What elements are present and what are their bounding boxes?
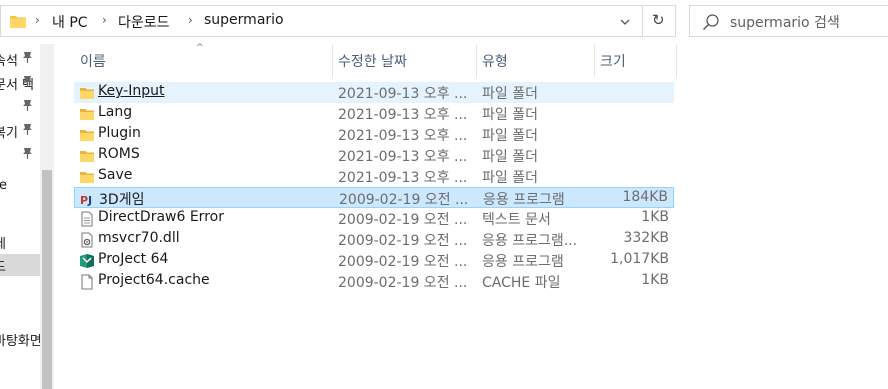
folder-icon	[80, 151, 94, 162]
breadcrumb-downloads[interactable]: 다운로드	[118, 12, 170, 32]
column-header-row: 이름 수정한 날짜 유형 크기	[74, 44, 678, 77]
nav-item[interactable]	[0, 96, 40, 118]
search-box[interactable]: supermario 검색	[689, 5, 888, 37]
file-row[interactable]: ROMS 2021-09-13 오후 ... 파일 폴더	[74, 145, 674, 166]
search-icon	[703, 14, 719, 30]
file-type: 응용 프로그램	[482, 254, 564, 270]
blank-file-icon	[81, 274, 93, 290]
file-row-selected[interactable]: PJ 3D게임 2009-02-19 오전 ... 응용 프로그램 184KB	[74, 187, 674, 208]
file-name: DirectDraw6 Error	[98, 209, 224, 225]
file-date: 2021-09-13 오후 ...	[338, 107, 466, 123]
pin-icon	[23, 100, 32, 111]
file-size: 1KB	[641, 272, 669, 288]
nav-item[interactable]	[0, 200, 40, 222]
search-input[interactable]: supermario 검색	[730, 12, 840, 32]
file-row[interactable]: Save 2021-09-13 오후 ... 파일 폴더	[74, 166, 674, 187]
pin-icon	[23, 52, 32, 63]
text-document-icon	[81, 211, 93, 227]
nav-item-selected[interactable]: 드	[0, 254, 40, 276]
file-date: 2009-02-19 오전 ...	[338, 275, 466, 291]
folder-icon	[80, 88, 94, 99]
file-date: 2009-02-19 오전 ...	[338, 233, 466, 249]
refresh-button[interactable]: ↻	[644, 5, 676, 37]
file-row[interactable]: DirectDraw6 Error 2009-02-19 오전 ... 텍스트 …	[74, 208, 674, 229]
file-type: CACHE 파일	[482, 275, 561, 291]
file-name: Save	[98, 167, 133, 183]
file-type: 파일 폴더	[482, 170, 538, 186]
breadcrumb-separator: ›	[102, 13, 107, 27]
nav-item[interactable]: 속석	[0, 48, 40, 70]
file-type: 파일 폴더	[482, 149, 538, 165]
file-type: 파일 폴더	[482, 107, 538, 123]
nav-item[interactable]: 문서 텍	[0, 72, 40, 94]
nav-item[interactable]	[0, 144, 40, 166]
folder-icon	[80, 172, 94, 183]
file-name: ROMS	[98, 146, 140, 162]
nav-item[interactable]: re	[0, 176, 40, 198]
file-type: 텍스트 문서	[482, 212, 551, 228]
breadcrumb-this-pc[interactable]: 내 PC	[52, 12, 88, 32]
svg-text:J: J	[87, 194, 92, 207]
file-date: 2009-02-19 오전 ...	[338, 254, 466, 270]
nav-item[interactable]	[0, 304, 40, 326]
file-name: msvcr70.dll	[98, 230, 180, 246]
file-row[interactable]: Lang 2021-09-13 오후 ... 파일 폴더	[74, 103, 674, 124]
file-size: 332KB	[623, 230, 669, 246]
file-date: 2021-09-13 오후 ...	[338, 86, 466, 102]
file-type: 파일 폴더	[482, 86, 538, 102]
file-size: 1KB	[641, 209, 669, 225]
file-row[interactable]: Project64.cache 2009-02-19 오전 ... CACHE …	[74, 271, 674, 292]
file-name: Lang	[98, 104, 133, 120]
breadcrumb-separator: ›	[35, 13, 40, 27]
navigation-pane: 속석 문서 텍 복기 re 세 드 바탕화면	[0, 44, 40, 389]
file-date: 2021-09-13 오후 ...	[338, 128, 466, 144]
column-header-date[interactable]: 수정한 날짜	[332, 44, 476, 77]
folder-icon	[80, 109, 94, 120]
nav-item[interactable]: 복기	[0, 120, 40, 142]
file-row[interactable]: msvcr70.dll 2009-02-19 오전 ... 응용 프로그램...…	[74, 229, 674, 250]
column-divider[interactable]	[676, 44, 677, 77]
file-type: 응용 프로그램...	[482, 233, 578, 249]
refresh-icon: ↻	[652, 11, 665, 29]
breadcrumb-supermario[interactable]: supermario	[204, 12, 284, 28]
file-name: ProJect 64	[98, 251, 169, 267]
dll-gear-icon	[81, 232, 93, 248]
file-date: 2021-09-13 오후 ...	[338, 149, 466, 165]
file-row[interactable]: Plugin 2021-09-13 오후 ... 파일 폴더	[74, 124, 674, 145]
folder-icon	[10, 16, 26, 28]
nav-item[interactable]	[0, 280, 40, 302]
folder-icon	[80, 130, 94, 141]
address-bar[interactable]: › 내 PC › 다운로드 › supermario	[0, 5, 643, 37]
column-header-name[interactable]: 이름	[74, 44, 332, 77]
file-type: 응용 프로그램	[483, 192, 565, 208]
breadcrumb-separator: ›	[188, 13, 193, 27]
nav-scrollbar-thumb[interactable]	[42, 170, 52, 389]
pin-icon	[23, 148, 32, 159]
nav-item[interactable]: 바탕화면	[0, 328, 40, 350]
file-date: 2021-09-13 오후 ...	[338, 170, 466, 186]
svg-text:P: P	[80, 194, 88, 207]
pj-app-icon: PJ	[80, 194, 92, 207]
file-name: Key-Input	[98, 83, 165, 99]
column-header-type[interactable]: 유형	[476, 44, 594, 77]
file-date: 2009-02-19 오전 ...	[338, 212, 466, 228]
file-row[interactable]: Key-Input 2021-09-13 오후 ... 파일 폴더	[74, 82, 674, 103]
column-header-size[interactable]: 크기	[594, 44, 676, 77]
chevron-down-icon[interactable]	[618, 15, 632, 29]
file-name: Plugin	[98, 125, 141, 141]
file-row[interactable]: ProJect 64 2009-02-19 오전 ... 응용 프로그램 1,0…	[74, 250, 674, 271]
pin-icon	[23, 76, 32, 87]
file-size: 1,017KB	[610, 251, 669, 267]
file-name: 3D게임	[99, 192, 145, 208]
nav-item[interactable]: 세	[0, 231, 40, 253]
file-name: Project64.cache	[98, 272, 210, 288]
project64-app-icon	[80, 254, 94, 268]
file-list: Key-Input 2021-09-13 오후 ... 파일 폴더 Lang 2…	[74, 82, 674, 292]
pin-icon	[23, 124, 32, 135]
file-date: 2009-02-19 오전 ...	[339, 192, 467, 208]
file-type: 파일 폴더	[482, 128, 538, 144]
file-size: 184KB	[622, 189, 668, 205]
